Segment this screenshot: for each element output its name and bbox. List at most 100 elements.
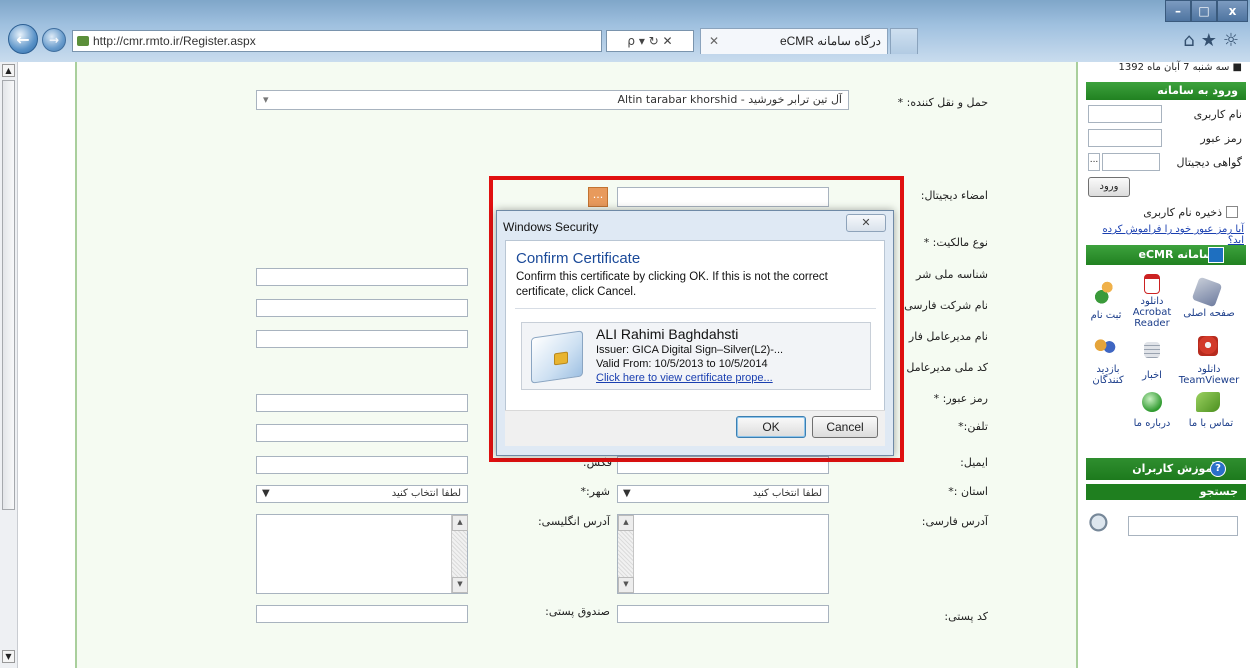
city-select[interactable]: لطفا انتخاب کنید ▼ xyxy=(256,485,468,503)
ceo-code-label: کد ملی مدیرعامل xyxy=(906,361,988,374)
addr-fa-textarea[interactable]: ▲ ▼ xyxy=(617,514,829,594)
about-caption[interactable]: درباره ما xyxy=(1128,418,1176,429)
province-select[interactable]: لطفا انتخاب کنید ▼ xyxy=(617,485,829,503)
maximize-button[interactable]: □ xyxy=(1191,0,1217,22)
remember-checkbox[interactable] xyxy=(1226,206,1238,218)
register-caption[interactable]: ثبت نام xyxy=(1086,310,1126,321)
back-arrow-icon: ← xyxy=(16,29,30,49)
tab-title: درگاه سامانه eCMR xyxy=(779,34,881,48)
dialog-close-button[interactable]: ✕ xyxy=(846,214,886,232)
search-input[interactable] xyxy=(1128,516,1238,536)
close-window-button[interactable]: x xyxy=(1217,0,1248,22)
ok-button[interactable]: OK xyxy=(736,416,806,438)
favicon-icon xyxy=(77,36,89,46)
scroll-down-icon[interactable]: ▼ xyxy=(618,577,634,593)
pobox-label: صندوق پستی: xyxy=(545,605,610,618)
dialog-divider xyxy=(515,308,876,309)
smart-card-icon xyxy=(531,330,583,384)
fax-input[interactable] xyxy=(256,456,468,474)
visitors-caption[interactable]: بازدید کنندگان xyxy=(1088,364,1128,388)
teamviewer-icon[interactable] xyxy=(1198,336,1218,356)
city-label: شهر:* xyxy=(580,485,610,498)
carrier-label: حمل و نقل کننده: * xyxy=(897,96,988,109)
cert-label: گواهی دیجیتال xyxy=(1176,156,1242,169)
national-id-input[interactable] xyxy=(256,268,468,286)
login-header: ورود به سامانه xyxy=(1086,82,1246,100)
dialog-heading: Confirm Certificate xyxy=(516,250,641,267)
forward-button[interactable]: → xyxy=(42,28,66,52)
username-input[interactable] xyxy=(1088,105,1162,123)
cancel-button[interactable]: Cancel xyxy=(812,416,878,438)
forgot-password-link[interactable]: آیا رمز عبور خود را فراموش کرده اید؟ xyxy=(1086,224,1244,246)
ceo-fa-input[interactable] xyxy=(256,330,468,348)
add-user-icon[interactable] xyxy=(1094,280,1116,304)
addr-en-label: آدرس انگلیسی: xyxy=(537,515,610,528)
address-bar[interactable]: http://cmr.rmto.ir/Register.aspx xyxy=(72,30,602,52)
search-icon[interactable] xyxy=(1088,512,1114,538)
scroll-up-icon[interactable]: ▲ xyxy=(618,515,634,531)
city-value: لطفا انتخاب کنید xyxy=(391,488,461,499)
info-icon[interactable] xyxy=(1142,392,1162,412)
search-header: جستجو xyxy=(1086,484,1246,500)
training-header[interactable]: ? آموزش کاربران xyxy=(1086,458,1246,480)
tab-close-icon[interactable]: ✕ xyxy=(709,29,719,53)
national-id-label: شناسه ملی شر xyxy=(916,268,988,281)
back-button[interactable]: ← xyxy=(8,24,38,54)
teamviewer-caption[interactable]: دانلود TeamViewer xyxy=(1176,364,1242,386)
tab-ecmr[interactable]: درگاه سامانه eCMR ✕ xyxy=(700,28,888,54)
date-text: ■ سه شنبه 7 آبان ماه 1392 xyxy=(1118,62,1242,73)
news-icon[interactable] xyxy=(1144,342,1160,358)
carrier-select[interactable]: آل تین ترابر خورشید - Altin tarabar khor… xyxy=(256,90,849,110)
visitors-icon[interactable] xyxy=(1094,338,1116,356)
news-caption[interactable]: اخبار xyxy=(1132,370,1172,381)
pdf-icon[interactable] xyxy=(1144,274,1160,294)
postal-label: کد پستی: xyxy=(944,610,988,623)
cert-name: ALI Rahimi Baghdahsti xyxy=(596,326,739,342)
ecmr-header: سامانه eCMR xyxy=(1086,245,1246,265)
addr-en-textarea[interactable]: ▲ ▼ xyxy=(256,514,468,594)
chevron-down-icon: ▾ xyxy=(263,93,269,106)
minimize-button[interactable]: – xyxy=(1165,0,1191,22)
scroll-up-icon[interactable]: ▲ xyxy=(452,515,468,531)
province-label: استان :* xyxy=(948,485,988,498)
cert-input[interactable] xyxy=(1102,153,1160,171)
carrier-value: آل تین ترابر خورشید - Altin tarabar khor… xyxy=(617,93,842,106)
remember-label: ذخیره نام کاربری xyxy=(1143,206,1222,219)
home-caption[interactable]: صفحه اصلی xyxy=(1176,308,1242,319)
address-controls[interactable]: ρ ▾ ↻ ✕ xyxy=(606,30,694,52)
chevron-down-icon: ▼ xyxy=(262,488,270,499)
toolbar-icons[interactable]: ⌂★☼ xyxy=(1165,30,1245,54)
province-value: لطفا انتخاب کنید xyxy=(752,488,822,499)
scroll-thumb[interactable] xyxy=(2,80,15,510)
contact-icon[interactable] xyxy=(1196,392,1220,412)
new-tab-button[interactable] xyxy=(890,28,918,54)
cert-browse-button[interactable]: ... xyxy=(1088,153,1100,171)
scroll-down-icon[interactable]: ▼ xyxy=(2,650,15,663)
dialog-message: Confirm this certificate by clicking OK.… xyxy=(516,271,828,298)
addr-fa-label: آدرس فارسی: xyxy=(921,515,988,528)
cert-issuer: Issuer: GICA Digital Sign–Silver(L2)-... xyxy=(596,344,784,356)
ceo-fa-label: نام مدیرعامل فار xyxy=(908,330,988,343)
page-scrollbar[interactable]: ▲ ▼ xyxy=(0,62,18,668)
scroll-up-icon[interactable]: ▲ xyxy=(2,64,15,77)
scroll-down-icon[interactable]: ▼ xyxy=(452,577,468,593)
username-label: نام کاربری xyxy=(1193,108,1242,121)
contact-caption[interactable]: تماس با ما xyxy=(1180,418,1242,429)
address-text: http://cmr.rmto.ir/Register.aspx xyxy=(93,34,256,48)
cert-details-link[interactable]: Click here to view certificate prope... xyxy=(596,372,866,384)
dialog-title: Windows Security xyxy=(503,220,599,234)
grid-icon xyxy=(1208,247,1224,263)
password-sb-input[interactable] xyxy=(1088,129,1162,147)
phone-input[interactable] xyxy=(256,424,468,442)
company-fa-input[interactable] xyxy=(256,299,468,317)
cert-valid: Valid From: 10/5/2013 to 10/5/2014 xyxy=(596,358,768,370)
acrobat-caption[interactable]: دانلود Acrobat Reader xyxy=(1128,296,1176,332)
forward-arrow-icon: → xyxy=(48,33,60,47)
login-button[interactable]: ورود xyxy=(1088,177,1130,197)
chevron-down-icon: ▼ xyxy=(623,488,631,499)
pobox-input[interactable] xyxy=(256,605,468,623)
postal-input[interactable] xyxy=(617,605,829,623)
password-sb-label: رمز عبور xyxy=(1200,132,1242,145)
company-fa-label: نام شرکت فارسی xyxy=(904,299,988,312)
password-input[interactable] xyxy=(256,394,468,412)
